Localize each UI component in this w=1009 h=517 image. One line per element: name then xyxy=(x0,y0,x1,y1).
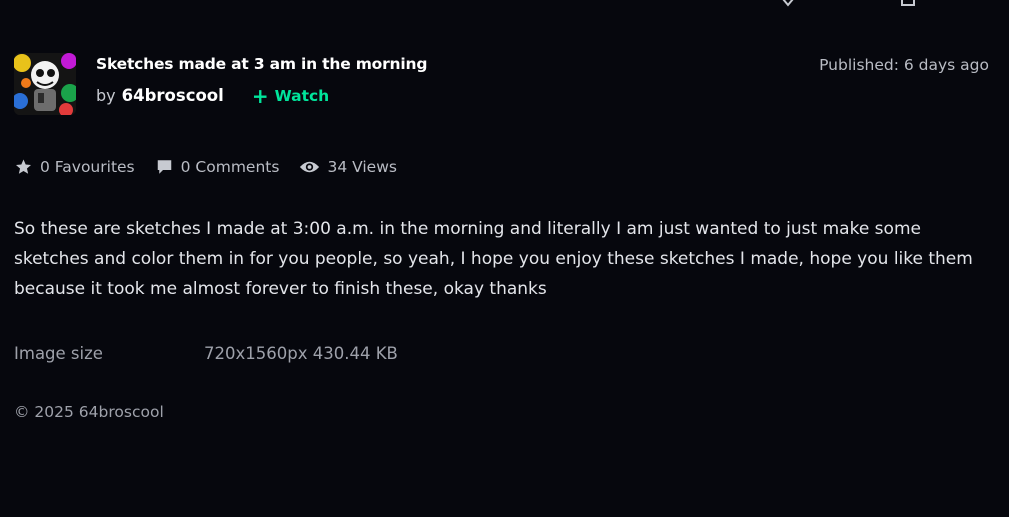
views-stat: 34 Views xyxy=(299,158,397,176)
copyright-notice: © 2025 64broscool xyxy=(14,403,164,421)
eye-icon xyxy=(300,161,320,173)
byline: by 64broscool + Watch xyxy=(96,83,330,108)
share-icon[interactable] xyxy=(900,0,916,11)
image-size-label: Image size xyxy=(14,344,103,363)
author-avatar[interactable] xyxy=(14,53,76,115)
image-size-row: Image size 720x1560px 430.44 KB xyxy=(14,344,398,363)
by-label: by xyxy=(96,86,116,105)
favourites-stat[interactable]: 0 Favourites xyxy=(14,158,135,176)
views-count: 34 Views xyxy=(327,158,397,176)
deviation-description: So these are sketches I made at 3:00 a.m… xyxy=(14,219,973,299)
image-size-value: 720x1560px 430.44 KB xyxy=(204,344,398,363)
watch-label: Watch xyxy=(274,86,330,105)
stats-bar: 0 Favourites 0 Comments 34 Views xyxy=(14,158,417,176)
deviation-title: Sketches made at 3 am in the morning xyxy=(96,55,428,73)
plus-icon: + xyxy=(251,83,269,108)
comments-count: 0 Comments xyxy=(180,158,280,176)
published-date: Published: 6 days ago xyxy=(819,56,989,74)
star-icon xyxy=(16,159,31,174)
speech-bubble-icon xyxy=(157,160,171,174)
download-icon[interactable] xyxy=(780,0,796,11)
deviation-page: Sketches made at 3 am in the morning by … xyxy=(0,0,1009,517)
author-link[interactable]: 64broscool xyxy=(122,86,224,105)
watch-button[interactable]: + Watch xyxy=(251,83,330,108)
comments-stat[interactable]: 0 Comments xyxy=(155,158,280,176)
favourites-count: 0 Favourites xyxy=(40,158,135,176)
